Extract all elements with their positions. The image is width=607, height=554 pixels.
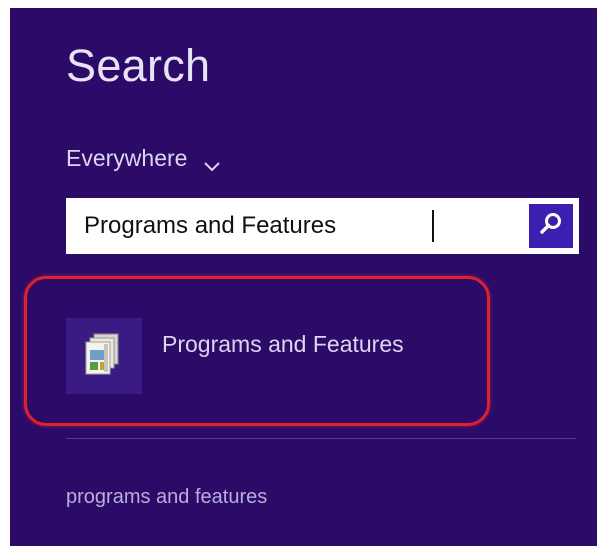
search-scope-dropdown[interactable]: Everywhere xyxy=(66,144,221,172)
search-suggestion[interactable]: programs and features xyxy=(66,484,267,510)
search-input[interactable] xyxy=(66,198,512,254)
chevron-down-icon xyxy=(203,151,221,172)
result-item-programs-and-features[interactable]: Programs and Features xyxy=(56,316,486,396)
results-divider xyxy=(66,438,576,439)
search-button[interactable] xyxy=(529,204,573,248)
search-scope-label: Everywhere xyxy=(66,145,188,171)
magnifier-icon xyxy=(538,211,564,242)
panel-title: Search xyxy=(66,40,211,91)
search-charm-panel: Search Everywhere Programs and Features … xyxy=(10,8,597,546)
result-tile xyxy=(66,318,142,394)
text-caret xyxy=(432,210,434,242)
programs-and-features-icon xyxy=(80,330,128,383)
result-label: Programs and Features xyxy=(162,331,404,357)
search-box xyxy=(66,198,579,254)
